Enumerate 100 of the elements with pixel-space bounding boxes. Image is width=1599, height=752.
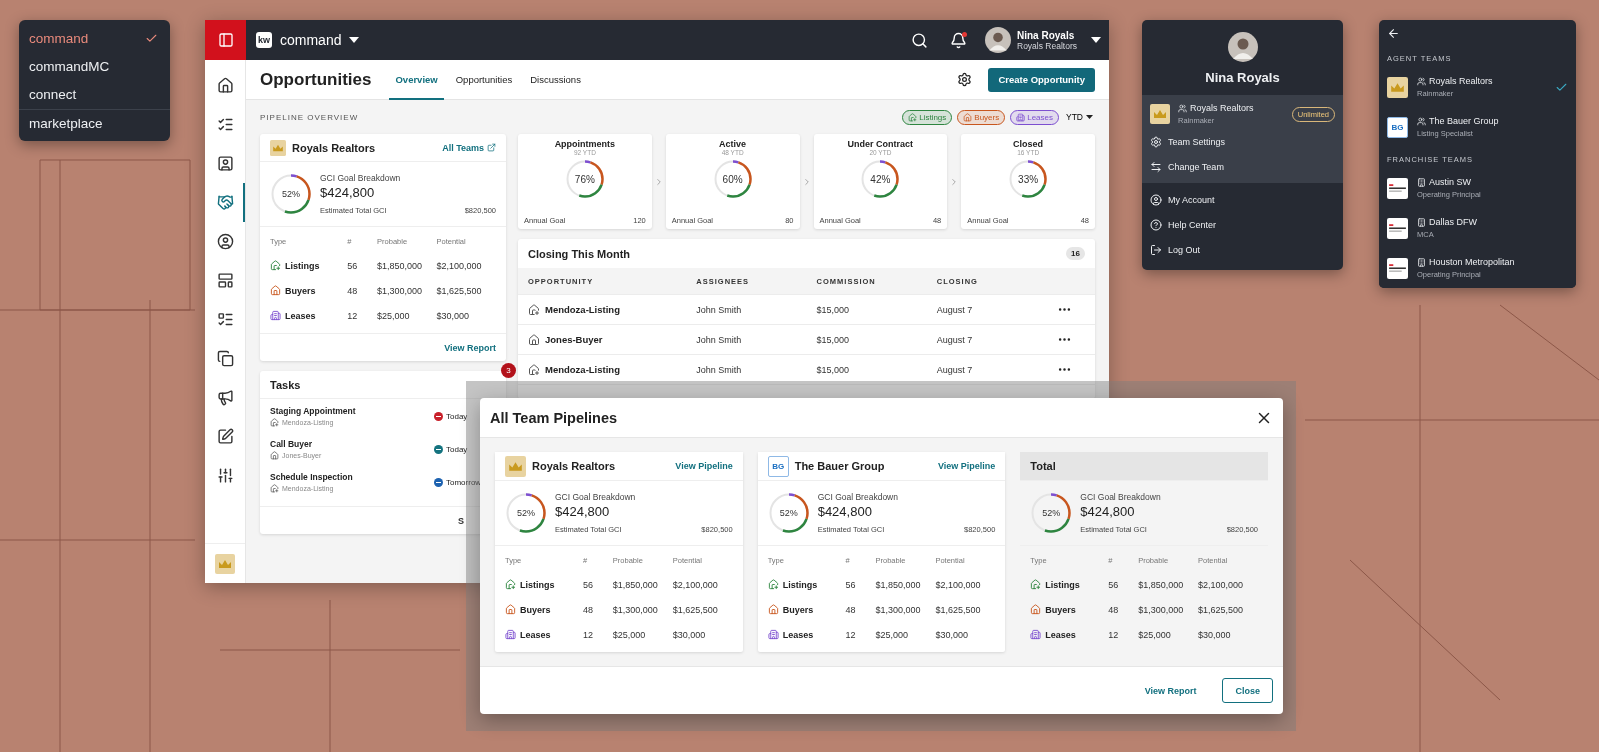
avatar-icon [1227,32,1258,62]
team-name: Houston Metropolitan [1429,257,1515,267]
board-icon [216,272,234,289]
app-menu-item[interactable]: connect [19,80,170,109]
progress-ring [767,492,810,534]
home-icon [216,77,234,94]
progress-ring [860,159,901,199]
table-cell-text: John Smith [696,334,743,345]
team-logo: BG [1387,116,1408,138]
card-title: The Bauer Group [794,460,885,472]
filter-chip[interactable]: Listings [902,109,953,125]
tab[interactable]: Overview [389,59,444,100]
table-cell-text: $1,850,000 [875,579,922,590]
ring-percent: 52% [282,189,300,199]
tasks-link[interactable]: S [458,515,464,526]
avatar-icon [985,27,1011,53]
menu-item[interactable]: Help Center [1142,212,1343,237]
view-pipeline-link[interactable]: View Pipeline [675,461,733,471]
table-cell: Buyers [1030,604,1109,615]
franchise-logo [1387,217,1408,239]
house-icon [505,579,516,590]
caret-icon [1086,115,1093,119]
table-cell-text: 12 [1108,629,1120,640]
table-cell: Listings [1030,579,1109,590]
view-report-link[interactable]: View Report [444,342,496,353]
filter-chip[interactable]: Leases [1010,109,1059,125]
progress-ring [564,159,605,199]
team-icon [1417,116,1426,126]
bell-icon [950,31,967,49]
table-cell-text: 56 [347,260,359,271]
card-title: Total [1030,460,1056,472]
product-name[interactable]: command [280,32,342,48]
table-cell-text: $1,625,500 [672,604,719,615]
ring-percent: 60% [722,173,743,185]
table-cell-text: $25,000 [612,629,647,640]
table-cell: Buyers [505,604,583,615]
table-cell-text: $25,000 [875,629,910,640]
section-label: PIPELINE OVERVIEW [260,112,359,122]
ring-percent: 52% [779,508,798,518]
table-cell-text: $15,000 [816,334,851,345]
house-icon [1030,579,1042,590]
sliders-icon [216,467,234,484]
table-cell-text: $15,000 [816,304,851,315]
table-cell: Leases [505,629,583,640]
menu-item[interactable]: Log Out [1142,237,1343,262]
period-dropdown[interactable]: YTD [1064,112,1095,122]
team-name: Royals Realtors [1429,76,1493,86]
count-badge: 16 [1066,247,1085,260]
app-menu-item[interactable]: commandMC [19,52,170,81]
create-opportunity-button[interactable]: Create Opportunity [988,67,1095,92]
notifications-button[interactable] [950,31,967,49]
edit-icon [216,428,234,445]
sidebar-icon [217,32,234,48]
house-icon [528,363,540,376]
tab[interactable]: Opportunities [449,59,519,100]
table-cell-text: August 7 [936,304,974,315]
checklist-icon [216,116,234,133]
building-icon [1417,217,1426,227]
app-menu-item[interactable]: command [19,24,170,53]
table-cell: Jones-Buyer [528,333,697,346]
menu-item[interactable]: Change Team [1142,154,1343,179]
close-button[interactable]: Close [1222,678,1273,703]
menu-item[interactable]: My Account [1142,187,1343,212]
user-team: Royals Realtors [1017,40,1077,51]
table-cell: Mendoza-Listing [528,303,697,316]
handshake-icon [216,194,234,211]
view-pipeline-link[interactable]: View Pipeline [937,461,996,471]
table-cell-text: $1,850,000 [377,260,424,271]
table-cell-text: $25,000 [377,310,411,321]
caret-icon[interactable] [1091,37,1101,43]
table-cell: Leases [767,629,846,640]
search-button[interactable] [911,31,928,49]
contact-icon [216,155,234,172]
table-cell-text: $1,625,500 [1198,604,1245,615]
all-teams-link[interactable]: All Teams [442,142,496,153]
back-button[interactable] [1387,26,1400,40]
table-cell-text: 56 [845,579,857,590]
team-logo [215,553,235,574]
sidebar-toggle-button[interactable] [205,20,246,60]
team-logo [1150,104,1170,124]
table-cell: Listings [505,579,583,590]
tab[interactable]: Discussions [524,59,587,100]
caret-icon[interactable] [349,37,360,43]
user-circle-icon [216,233,234,250]
menu-item[interactable]: Team Settings [1142,129,1343,154]
table-cell-text: $1,300,000 [377,285,424,296]
table-cell-text: $1,850,000 [1138,579,1185,590]
house-icon [1030,604,1042,615]
card-title: Royals Realtors [532,460,616,472]
table-cell-text: 56 [582,579,594,590]
team-logo [270,139,286,156]
settings-button[interactable] [957,72,973,87]
help-icon [1150,218,1162,231]
team-logo [1387,76,1408,98]
page-title: Opportunities [260,69,372,90]
table-cell-text: $30,000 [1198,629,1232,640]
table-cell-text: $15,000 [816,364,851,375]
app-menu-item[interactable]: marketplace [19,108,170,137]
house-icon [528,303,540,316]
table-cell: Leases [1030,629,1109,640]
